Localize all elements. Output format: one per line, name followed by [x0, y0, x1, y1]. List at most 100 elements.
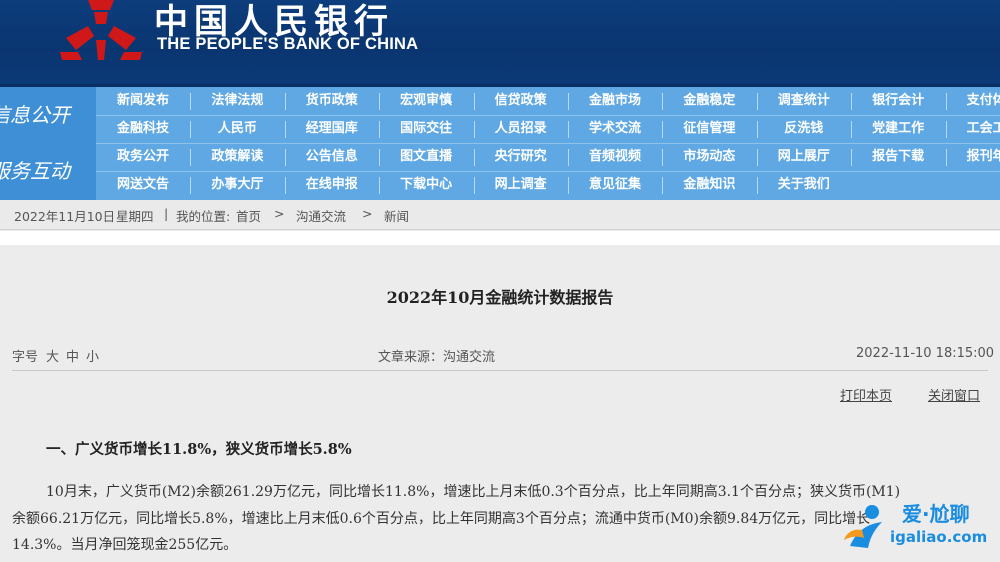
nav-separator — [190, 121, 192, 138]
nav-item[interactable]: 信贷政策 — [474, 87, 568, 115]
nav-separator — [379, 93, 381, 110]
print-page-link[interactable]: 打印本页 — [840, 385, 892, 404]
main-nav: 信息公开 服务互动 新闻发布法律法规货币政策宏观审慎信贷政策金融市场金融稳定调查… — [0, 87, 1000, 200]
breadcrumb-level1-link[interactable]: 沟通交流 — [296, 206, 346, 225]
nav-separator — [662, 121, 664, 138]
nav-item[interactable]: 音频视频 — [568, 143, 662, 171]
nav-separator — [568, 177, 569, 194]
breadcrumb-home-link[interactable]: 首页 — [236, 206, 261, 225]
font-size-large-button[interactable]: 大 — [46, 346, 59, 365]
nav-separator — [662, 177, 664, 194]
watermark-url: igaliao.com — [890, 528, 988, 546]
nav-row-divider — [96, 115, 1000, 116]
nav-separator — [190, 149, 192, 166]
breadcrumb: 2022年11月10日 星期四 | 我的位置: 首页 > 沟通交流 > 新闻 — [0, 200, 1000, 228]
nav-item[interactable]: 政务公开 — [96, 143, 190, 171]
nav-item[interactable]: 央行研究 — [474, 143, 568, 171]
nav-separator — [851, 149, 853, 166]
site-header: 中国人民银行 THE PEOPLE'S BANK OF CHINA — [0, 0, 1000, 84]
breadcrumb-weekday: 星期四 — [116, 209, 154, 224]
nav-separator — [662, 149, 664, 166]
nav-item[interactable]: 支付体系 — [946, 87, 1000, 115]
watermark-brand: 爱·尬聊 — [902, 502, 970, 526]
breadcrumb-divider — [0, 229, 1000, 230]
nav-item[interactable]: 人民币 — [190, 115, 284, 143]
nav-item[interactable]: 工会工作 — [946, 115, 1000, 143]
nav-row-divider — [96, 171, 1000, 172]
pboc-emblem-icon[interactable] — [58, 0, 144, 62]
nav-separator — [945, 121, 947, 138]
nav-item[interactable]: 网送文告 — [96, 171, 190, 199]
nav-item[interactable]: 报告下载 — [851, 143, 945, 171]
nav-separator — [379, 149, 381, 166]
nav-item[interactable]: 金融知识 — [662, 171, 756, 199]
nav-item[interactable]: 关于我们 — [757, 171, 851, 199]
nav-item[interactable]: 学术交流 — [568, 115, 662, 143]
nav-item[interactable]: 政策解读 — [190, 143, 284, 171]
nav-separator — [379, 121, 381, 138]
nav-separator — [568, 149, 569, 166]
nav-item[interactable]: 办事大厅 — [190, 171, 284, 199]
nav-row: 政务公开政策解读公告信息图文直播央行研究音频视频市场动态网上展厅报告下载报刊年鉴 — [96, 143, 1000, 171]
nav-item[interactable]: 网上调查 — [474, 171, 568, 199]
nav-item[interactable]: 下载中心 — [379, 171, 473, 199]
nav-section-info-disclosure[interactable]: 信息公开 — [0, 99, 100, 128]
nav-separator — [568, 93, 569, 110]
nav-item[interactable]: 报刊年鉴 — [946, 143, 1000, 171]
nav-item[interactable]: 市场动态 — [662, 143, 756, 171]
nav-item[interactable]: 法律法规 — [190, 87, 284, 115]
nav-item[interactable]: 调查统计 — [757, 87, 851, 115]
nav-item[interactable]: 反洗钱 — [757, 115, 851, 143]
nav-row: 新闻发布法律法规货币政策宏观审慎信贷政策金融市场金融稳定调查统计银行会计支付体系 — [96, 87, 1000, 115]
nav-item[interactable]: 意见征集 — [568, 171, 662, 199]
nav-item[interactable]: 金融市场 — [568, 87, 662, 115]
nav-item[interactable]: 在线申报 — [285, 171, 379, 199]
font-size-label: 字号 — [12, 350, 39, 365]
nav-item[interactable]: 党建工作 — [851, 115, 945, 143]
nav-item[interactable]: 金融科技 — [96, 115, 190, 143]
article-datetime: 2022-11-10 18:15:00 — [856, 346, 995, 361]
section-heading: 一、广义货币增长11.8%，狭义货币增长5.8% — [46, 441, 352, 458]
nav-separator — [756, 93, 758, 110]
article-source: 文章来源：沟通交流 — [378, 350, 496, 365]
nav-separator — [473, 177, 475, 194]
nav-separator — [190, 177, 192, 194]
nav-separator — [568, 121, 569, 138]
nav-item[interactable]: 新闻发布 — [96, 87, 190, 115]
nav-separator — [851, 121, 853, 138]
nav-separator — [756, 149, 758, 166]
nav-item[interactable]: 网上展厅 — [757, 143, 851, 171]
nav-item[interactable]: 国际交往 — [379, 115, 473, 143]
nav-separator — [473, 121, 475, 138]
nav-item[interactable]: 征信管理 — [662, 115, 756, 143]
nav-separator — [945, 93, 947, 110]
breadcrumb-separator: | — [164, 206, 169, 221]
nav-separator — [284, 93, 286, 110]
nav-row-divider — [96, 143, 1000, 144]
watermark: 爱·尬聊 igaliao.com — [842, 498, 992, 558]
nav-section-service-interaction[interactable]: 服务互动 — [0, 155, 100, 184]
nav-row: 金融科技人民币经理国库国际交往人员招录学术交流征信管理反洗钱党建工作工会工作 — [96, 115, 1000, 143]
nav-item[interactable]: 宏观审慎 — [379, 87, 473, 115]
nav-separator — [851, 93, 853, 110]
article-title: 2022年10月金融统计数据报告 — [386, 288, 614, 307]
nav-item[interactable]: 金融稳定 — [662, 87, 756, 115]
nav-separator — [473, 93, 475, 110]
breadcrumb-level2-link[interactable]: 新闻 — [384, 206, 409, 225]
nav-item[interactable]: 经理国库 — [285, 115, 379, 143]
nav-item[interactable]: 货币政策 — [285, 87, 379, 115]
nav-separator — [190, 93, 192, 110]
font-size-medium-button[interactable]: 中 — [66, 346, 79, 365]
nav-section-labels: 信息公开 服务互动 — [0, 87, 96, 200]
nav-item[interactable]: 银行会计 — [851, 87, 945, 115]
nav-item[interactable]: 图文直播 — [379, 143, 473, 171]
meta-divider — [12, 370, 988, 371]
nav-separator — [284, 177, 286, 194]
nav-item[interactable]: 公告信息 — [285, 143, 379, 171]
nav-item[interactable]: 人员招录 — [474, 115, 568, 143]
nav-separator — [379, 177, 381, 194]
font-size-small-button[interactable]: 小 — [86, 346, 99, 365]
close-window-link[interactable]: 关闭窗口 — [928, 385, 980, 404]
breadcrumb-location-label: 我的位置: — [176, 209, 231, 224]
breadcrumb-arrow: > — [274, 206, 285, 221]
